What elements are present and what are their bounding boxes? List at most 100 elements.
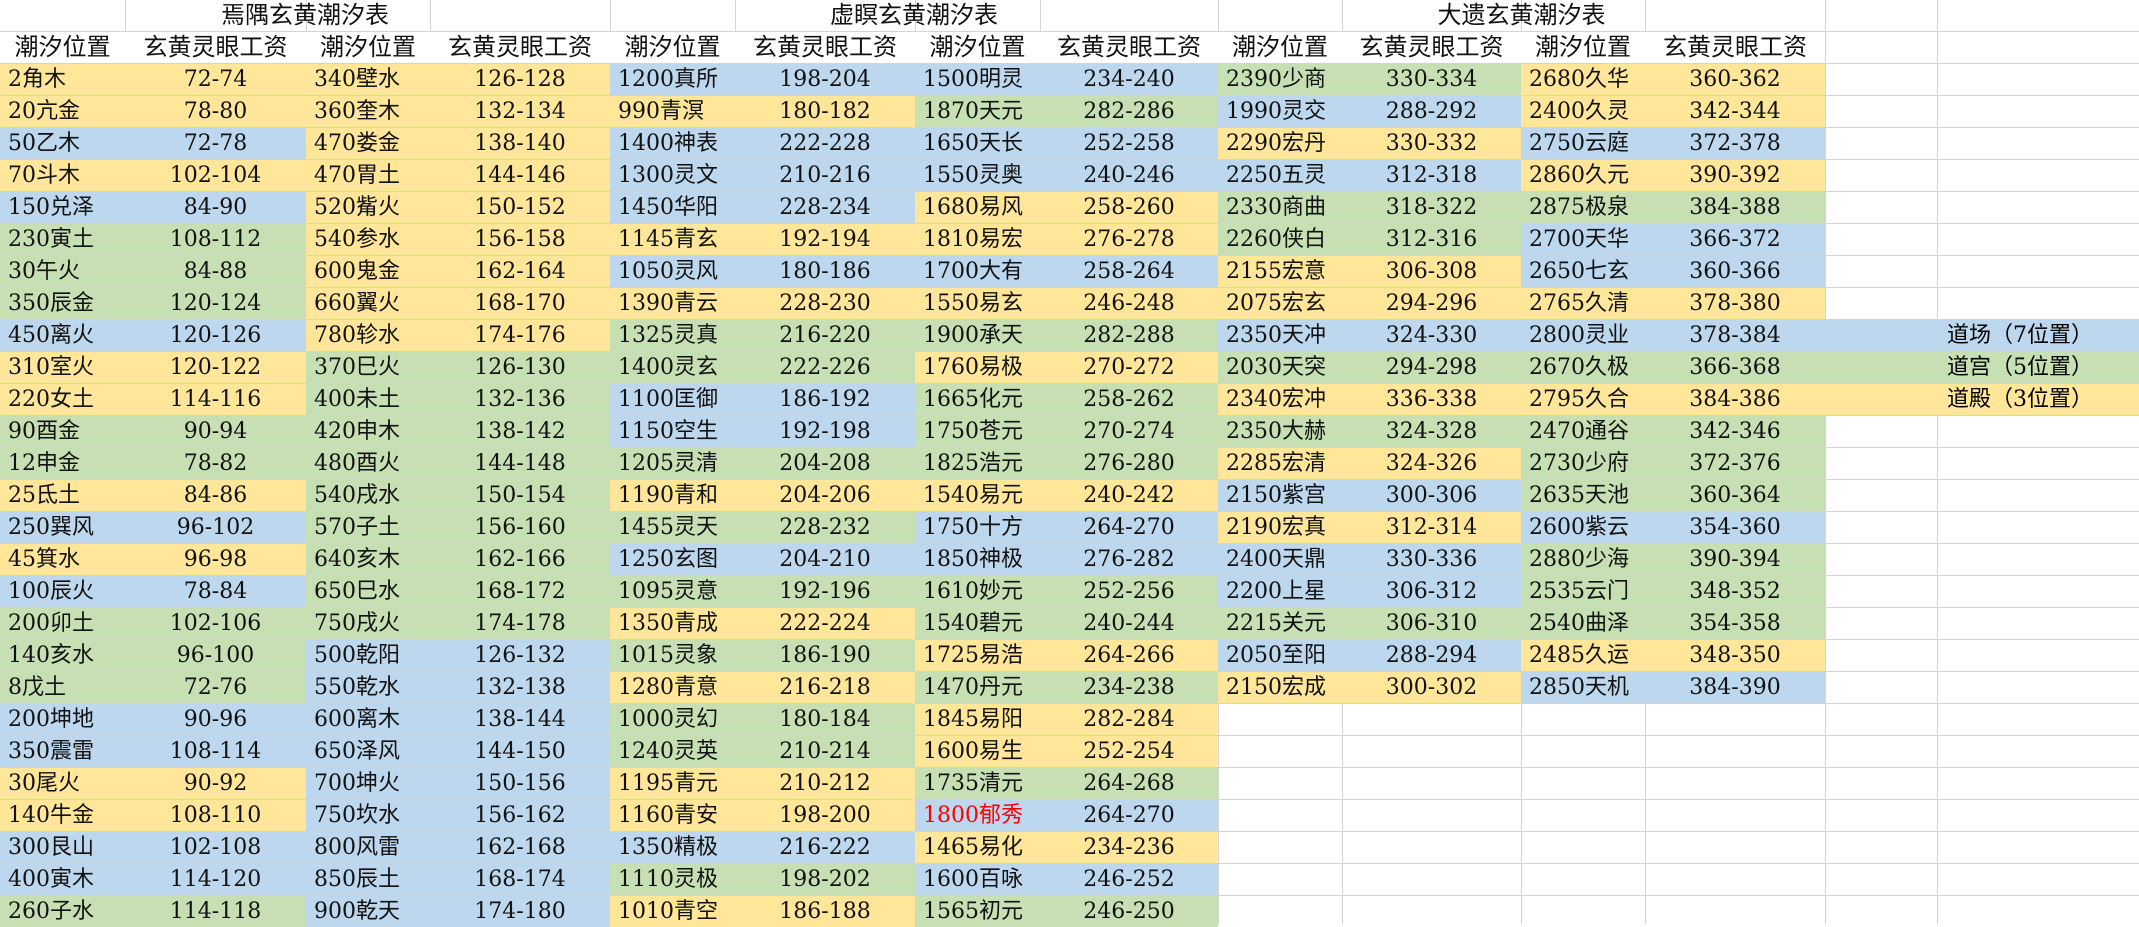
aptitude-cell[interactable]: 366-372 — [1645, 224, 1825, 255]
aptitude-cell[interactable]: 72-78 — [125, 128, 306, 159]
aptitude-cell[interactable]: 300-306 — [1342, 480, 1521, 511]
position-cell[interactable]: 750坎水 — [306, 800, 430, 831]
position-cell[interactable]: 1810易宏 — [915, 224, 1040, 255]
position-cell[interactable]: 310室火 — [0, 352, 125, 383]
position-cell[interactable]: 1200真所 — [610, 64, 735, 95]
position-cell[interactable]: 700坤火 — [306, 768, 430, 799]
aptitude-cell[interactable]: 180-182 — [735, 96, 915, 127]
aptitude-cell[interactable]: 210-212 — [735, 768, 915, 799]
position-cell[interactable]: 1190青和 — [610, 480, 735, 511]
column-header-aptitude[interactable]: 玄黄灵眼工资 — [735, 32, 915, 63]
aptitude-cell[interactable]: 108-114 — [125, 736, 306, 767]
aptitude-cell[interactable]: 228-232 — [735, 512, 915, 543]
position-cell[interactable]: 1050灵风 — [610, 256, 735, 287]
position-cell[interactable]: 1000灵幻 — [610, 704, 735, 735]
aptitude-cell[interactable]: 120-126 — [125, 320, 306, 351]
position-cell[interactable]: 2650七玄 — [1521, 256, 1645, 287]
aptitude-cell[interactable]: 240-246 — [1040, 160, 1218, 191]
aptitude-cell[interactable]: 306-312 — [1342, 576, 1521, 607]
aptitude-cell[interactable]: 114-120 — [125, 864, 306, 895]
column-header-position[interactable]: 潮汐位置 — [1218, 32, 1342, 63]
aptitude-cell[interactable]: 270-272 — [1040, 352, 1218, 383]
position-cell[interactable]: 2880少海 — [1521, 544, 1645, 575]
position-cell[interactable]: 2285宏清 — [1218, 448, 1342, 479]
aptitude-cell[interactable]: 192-194 — [735, 224, 915, 255]
aptitude-cell[interactable]: 156-162 — [430, 800, 610, 831]
aptitude-cell[interactable]: 162-164 — [430, 256, 610, 287]
aptitude-cell[interactable]: 312-316 — [1342, 224, 1521, 255]
aptitude-cell[interactable]: 186-192 — [735, 384, 915, 415]
aptitude-cell[interactable]: 282-286 — [1040, 96, 1218, 127]
position-cell[interactable]: 360奎木 — [306, 96, 430, 127]
aptitude-cell[interactable]: 324-326 — [1342, 448, 1521, 479]
position-cell[interactable]: 1610妙元 — [915, 576, 1040, 607]
position-cell[interactable]: 2875极泉 — [1521, 192, 1645, 223]
aptitude-cell[interactable]: 270-274 — [1040, 416, 1218, 447]
aptitude-cell[interactable]: 258-264 — [1040, 256, 1218, 287]
position-cell[interactable]: 1700大有 — [915, 256, 1040, 287]
aptitude-cell[interactable]: 138-144 — [430, 704, 610, 735]
column-header-aptitude[interactable]: 玄黄灵眼工资 — [125, 32, 306, 63]
position-cell[interactable]: 70斗木 — [0, 160, 125, 191]
position-cell[interactable]: 200坤地 — [0, 704, 125, 735]
position-cell[interactable]: 540参水 — [306, 224, 430, 255]
position-cell[interactable]: 2730少府 — [1521, 448, 1645, 479]
position-cell[interactable]: 1195青元 — [610, 768, 735, 799]
aptitude-cell[interactable]: 210-216 — [735, 160, 915, 191]
aptitude-cell[interactable]: 222-228 — [735, 128, 915, 159]
position-cell[interactable]: 2750云庭 — [1521, 128, 1645, 159]
aptitude-cell[interactable]: 246-250 — [1040, 896, 1218, 927]
aptitude-cell[interactable]: 156-160 — [430, 512, 610, 543]
aptitude-cell[interactable]: 168-174 — [430, 864, 610, 895]
legend-label[interactable]: 道宫（5位置） — [1937, 352, 2139, 383]
position-cell[interactable]: 2600紫云 — [1521, 512, 1645, 543]
position-cell[interactable]: 470胃土 — [306, 160, 430, 191]
position-cell[interactable]: 2075宏玄 — [1218, 288, 1342, 319]
aptitude-cell[interactable]: 192-196 — [735, 576, 915, 607]
position-cell[interactable]: 2350天冲 — [1218, 320, 1342, 351]
aptitude-cell[interactable]: 72-74 — [125, 64, 306, 95]
aptitude-cell[interactable]: 324-328 — [1342, 416, 1521, 447]
aptitude-cell[interactable]: 360-366 — [1645, 256, 1825, 287]
aptitude-cell[interactable]: 234-238 — [1040, 672, 1218, 703]
position-cell[interactable]: 1540易元 — [915, 480, 1040, 511]
position-cell[interactable]: 1550易玄 — [915, 288, 1040, 319]
position-cell[interactable]: 2700天华 — [1521, 224, 1645, 255]
position-cell[interactable]: 2765久清 — [1521, 288, 1645, 319]
position-cell[interactable]: 25氐土 — [0, 480, 125, 511]
position-cell[interactable]: 780轸水 — [306, 320, 430, 351]
aptitude-cell[interactable]: 282-284 — [1040, 704, 1218, 735]
position-cell[interactable]: 2635天池 — [1521, 480, 1645, 511]
aptitude-cell[interactable]: 144-150 — [430, 736, 610, 767]
aptitude-cell[interactable]: 288-294 — [1342, 640, 1521, 671]
position-cell[interactable]: 2150宏成 — [1218, 672, 1342, 703]
aptitude-cell[interactable]: 378-384 — [1645, 320, 1825, 351]
position-cell[interactable]: 340壁水 — [306, 64, 430, 95]
position-cell[interactable]: 2535云门 — [1521, 576, 1645, 607]
position-cell[interactable]: 140牛金 — [0, 800, 125, 831]
position-cell[interactable]: 12申金 — [0, 448, 125, 479]
aptitude-cell[interactable]: 174-176 — [430, 320, 610, 351]
aptitude-cell[interactable]: 264-268 — [1040, 768, 1218, 799]
position-cell[interactable]: 1470丹元 — [915, 672, 1040, 703]
aptitude-cell[interactable]: 144-146 — [430, 160, 610, 191]
position-cell[interactable]: 1725易浩 — [915, 640, 1040, 671]
aptitude-cell[interactable]: 282-288 — [1040, 320, 1218, 351]
aptitude-cell[interactable]: 132-134 — [430, 96, 610, 127]
aptitude-cell[interactable]: 258-262 — [1040, 384, 1218, 415]
position-cell[interactable]: 1750苍元 — [915, 416, 1040, 447]
position-cell[interactable]: 650巳水 — [306, 576, 430, 607]
position-cell[interactable]: 2400久灵 — [1521, 96, 1645, 127]
position-cell[interactable]: 470娄金 — [306, 128, 430, 159]
position-cell[interactable]: 400未土 — [306, 384, 430, 415]
aptitude-cell[interactable]: 276-278 — [1040, 224, 1218, 255]
aptitude-cell[interactable]: 342-346 — [1645, 416, 1825, 447]
position-cell[interactable]: 1095灵意 — [610, 576, 735, 607]
position-cell[interactable]: 1400灵玄 — [610, 352, 735, 383]
position-cell[interactable]: 1850神极 — [915, 544, 1040, 575]
position-cell[interactable]: 150兑泽 — [0, 192, 125, 223]
position-cell[interactable]: 100辰火 — [0, 576, 125, 607]
aptitude-cell[interactable]: 78-84 — [125, 576, 306, 607]
position-cell[interactable]: 20亢金 — [0, 96, 125, 127]
column-header-aptitude[interactable]: 玄黄灵眼工资 — [1342, 32, 1521, 63]
